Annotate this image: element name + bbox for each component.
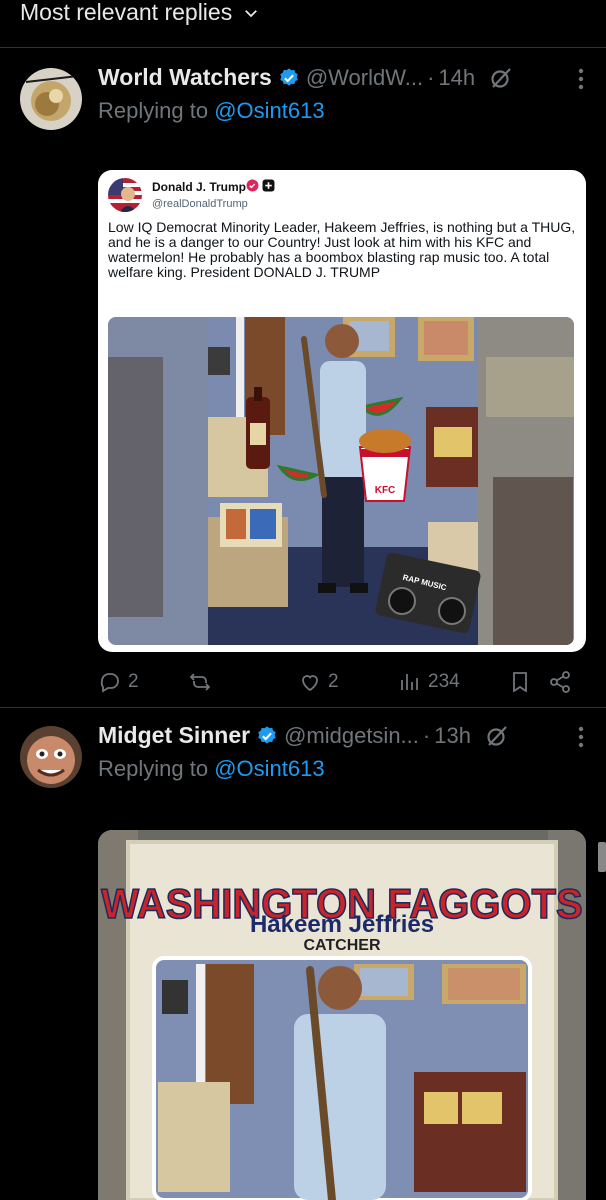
user-handle[interactable]: @WorldW... — [306, 65, 423, 91]
share-button[interactable] — [548, 670, 578, 694]
post-time[interactable]: 14h — [438, 65, 475, 91]
reply-count: 2 — [128, 671, 139, 692]
views-button[interactable]: 234 — [398, 670, 508, 694]
card-position: CATCHER — [303, 937, 380, 954]
display-name[interactable]: World Watchers — [98, 64, 272, 91]
avatar[interactable] — [20, 68, 82, 130]
views-icon — [401, 674, 418, 690]
replies-sort-bar[interactable]: Most relevant replies — [0, 0, 606, 48]
like-icon — [302, 675, 318, 692]
more-icon[interactable] — [578, 726, 584, 748]
verified-icon — [280, 67, 298, 86]
repost-icon — [189, 673, 211, 691]
grok-icon[interactable] — [485, 724, 509, 748]
replying-to: Replying to @Osint613 — [98, 756, 325, 781]
views-count: 234 — [428, 671, 460, 692]
mention-link[interactable]: @Osint613 — [214, 756, 324, 781]
chevron-down-icon[interactable] — [242, 4, 260, 22]
sort-label[interactable]: Most relevant replies — [20, 0, 232, 26]
display-name[interactable]: Midget Sinner — [98, 722, 250, 749]
embed-text: Low IQ Democrat Minority Leader, Hakeem … — [108, 219, 576, 280]
more-icon[interactable] — [578, 68, 584, 90]
user-handle[interactable]: @midgetsin... — [284, 723, 419, 749]
bookmark-icon — [513, 672, 527, 693]
grok-icon[interactable] — [489, 66, 513, 90]
bookmark-button[interactable] — [508, 670, 548, 694]
card-player: Hakeem Jeffries — [250, 911, 434, 938]
kfc-label: KFC — [375, 485, 396, 496]
embed-author: Donald J. Trump — [152, 180, 247, 194]
embed-badge-icon — [262, 179, 275, 192]
reply-post[interactable]: World Watchers @WorldW... · 14h Replying… — [0, 48, 606, 708]
embedded-image[interactable]: Donald J. Trump @realDonaldTrump Low IQ … — [98, 170, 586, 652]
reply-button[interactable]: 2 — [98, 670, 188, 694]
post-time[interactable]: 13h — [434, 723, 471, 749]
like-count: 2 — [328, 671, 339, 692]
like-button[interactable]: 2 — [298, 670, 398, 694]
embed-avatar — [108, 178, 142, 212]
post-actions: 2 2 234 — [98, 665, 586, 699]
avatar[interactable] — [20, 726, 82, 788]
embed-photo: KFC RAP MUSIC — [108, 317, 574, 645]
mention-link[interactable]: @Osint613 — [214, 98, 324, 123]
embed-handle: @realDonaldTrump — [152, 198, 248, 210]
repost-button[interactable] — [188, 670, 298, 694]
embed-verified-icon — [246, 179, 259, 192]
share-icon — [550, 671, 570, 693]
trading-card-image[interactable]: WASHINGTON FAGGOTS Hakeem Jeffries CATCH… — [98, 830, 586, 1200]
replying-to: Replying to @Osint613 — [98, 98, 325, 123]
scrollbar[interactable] — [598, 842, 606, 872]
reply-icon — [100, 673, 119, 693]
verified-icon — [258, 725, 276, 744]
